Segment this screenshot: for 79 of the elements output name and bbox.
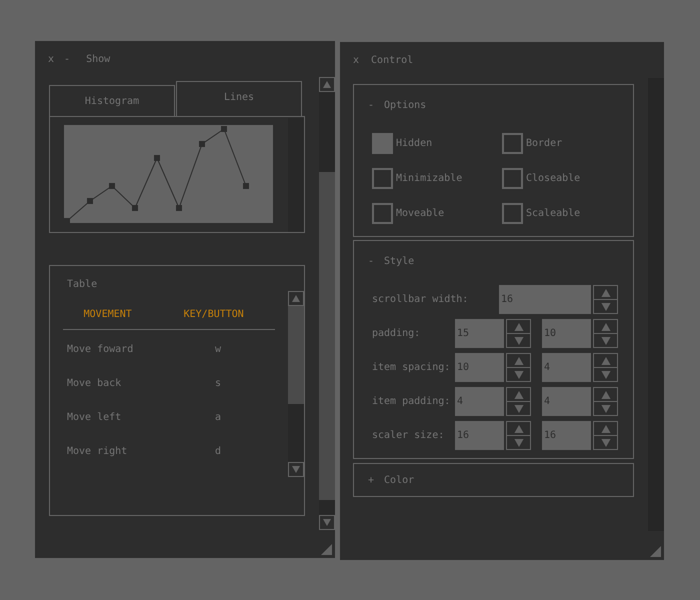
table-cell-text: Move right: [66, 444, 128, 456]
checkbox-label: Moveable: [396, 208, 444, 219]
tab[interactable]: Histogram: [49, 85, 175, 116]
decrement-button[interactable]: [593, 333, 618, 348]
column-header: KEY/BUTTON: [182, 308, 245, 320]
checkbox-label: Border: [526, 138, 562, 149]
increment-button[interactable]: [593, 285, 618, 300]
checkbox-label: Minimizable: [396, 173, 462, 184]
table-cell-text: a: [214, 410, 222, 422]
checkbox[interactable]: [502, 203, 523, 224]
checkbox[interactable]: [372, 133, 393, 154]
column-header: MOVEMENT: [82, 308, 133, 320]
collapse-toggle[interactable]: +: [368, 474, 374, 486]
checkbox[interactable]: [372, 168, 393, 189]
increment-button[interactable]: [506, 421, 531, 436]
decrement-button[interactable]: [593, 367, 618, 382]
decrement-button[interactable]: [506, 401, 531, 416]
checkbox[interactable]: [502, 133, 523, 154]
resize-grip-icon[interactable]: [321, 544, 332, 555]
table-cell-text: d: [214, 444, 222, 456]
close-button[interactable]: x: [48, 54, 54, 64]
decrement-button[interactable]: [506, 333, 531, 348]
checkbox-label: Scaleable: [526, 208, 580, 219]
up-triangle-icon: [323, 81, 331, 88]
increment-button[interactable]: [593, 353, 618, 368]
minimize-button[interactable]: -: [64, 54, 70, 64]
group-title[interactable]: Options: [384, 100, 426, 110]
scroll-down-button[interactable]: [288, 462, 304, 477]
property-label: padding:: [372, 328, 422, 339]
tab[interactable]: Lines: [176, 81, 302, 116]
decrement-button[interactable]: [506, 367, 531, 382]
checkbox[interactable]: [372, 203, 393, 224]
table-cell-text: Move back: [66, 376, 122, 388]
scrollbar-track[interactable]: [648, 78, 664, 531]
table-cell-text: Move foward: [66, 342, 134, 354]
number-field[interactable]: 4: [542, 353, 591, 382]
collapse-toggle[interactable]: -: [368, 256, 374, 266]
decrement-button[interactable]: [506, 435, 531, 450]
number-field[interactable]: 16: [455, 421, 504, 450]
up-triangle-icon: [292, 295, 300, 302]
property-label: item padding:: [372, 396, 452, 407]
decrement-button[interactable]: [593, 401, 618, 416]
table-cell-text: Move left: [66, 410, 122, 422]
property-label: scrollbar width:: [372, 294, 470, 305]
collapse-toggle[interactable]: -: [368, 100, 374, 110]
property-label: item spacing:: [372, 362, 452, 373]
group-title[interactable]: Style: [384, 256, 414, 266]
table-cell-text: s: [214, 376, 222, 388]
checkbox-label: Closeable: [526, 173, 580, 184]
window-title: Show: [86, 54, 110, 64]
number-field[interactable]: 16: [499, 285, 591, 314]
down-triangle-icon: [323, 519, 331, 526]
table-cell-text: w: [214, 342, 222, 354]
group-title[interactable]: Color: [384, 474, 414, 486]
resize-grip-icon[interactable]: [650, 546, 661, 557]
increment-button[interactable]: [506, 319, 531, 334]
scrollbar-thumb[interactable]: [288, 306, 304, 404]
number-field[interactable]: 4: [542, 387, 591, 416]
decrement-button[interactable]: [593, 435, 618, 450]
close-button[interactable]: x: [353, 54, 360, 66]
scroll-up-button[interactable]: [319, 77, 335, 92]
down-triangle-icon: [292, 466, 300, 473]
scrollbar-thumb[interactable]: [319, 172, 335, 500]
scroll-up-button[interactable]: [288, 291, 304, 306]
increment-button[interactable]: [506, 353, 531, 368]
property-label: scaler size:: [372, 430, 446, 441]
increment-button[interactable]: [593, 319, 618, 334]
increment-button[interactable]: [593, 421, 618, 436]
checkbox[interactable]: [502, 168, 523, 189]
number-field[interactable]: 16: [542, 421, 591, 450]
scroll-down-button[interactable]: [319, 515, 335, 530]
table-title: Table: [67, 278, 98, 292]
increment-button[interactable]: [506, 387, 531, 402]
scrollbar-track[interactable]: [288, 118, 304, 232]
decrement-button[interactable]: [593, 299, 618, 314]
checkbox-label: Hidden: [396, 138, 432, 149]
number-field[interactable]: 4: [455, 387, 504, 416]
window-title: Control: [371, 54, 414, 66]
increment-button[interactable]: [593, 387, 618, 402]
